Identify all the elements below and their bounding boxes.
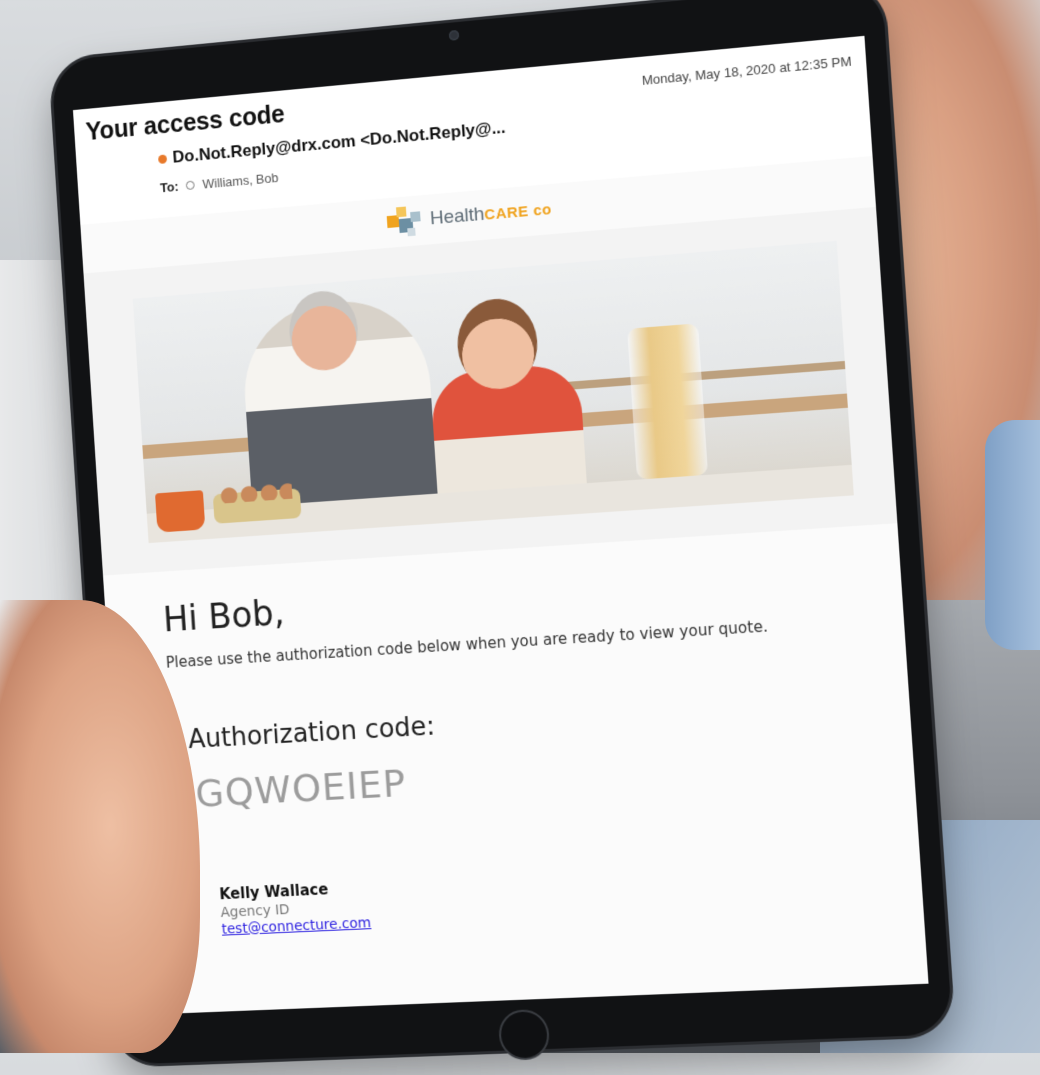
logo-text: HealthCARE co	[429, 198, 552, 230]
pasta-jar-image	[627, 323, 709, 480]
signature: Kelly Wallace Agency ID test@connecture.…	[219, 853, 924, 939]
bowl-image	[155, 490, 206, 533]
logo-text-care: CARE co	[483, 201, 553, 224]
email-screen: Your access code Monday, May 18, 2020 at…	[72, 35, 929, 1016]
recipient-status-icon	[185, 180, 196, 191]
shirt-sleeve	[985, 420, 1040, 650]
email-content: Hi Bob, Please use the authorization cod…	[103, 523, 929, 1016]
to-label: To:	[159, 178, 180, 196]
hero-image	[132, 240, 854, 544]
sender-status-icon	[157, 153, 168, 164]
logo-text-health: Health	[429, 203, 486, 230]
email-body: HealthCARE co Hi Bob, Please use the aut…	[80, 155, 929, 1016]
logo-mark-icon	[386, 205, 423, 238]
recipient-row: To: Williams, Bob	[160, 170, 279, 195]
recipient-name[interactable]: Williams, Bob	[202, 170, 279, 191]
eggs-image	[212, 488, 302, 524]
